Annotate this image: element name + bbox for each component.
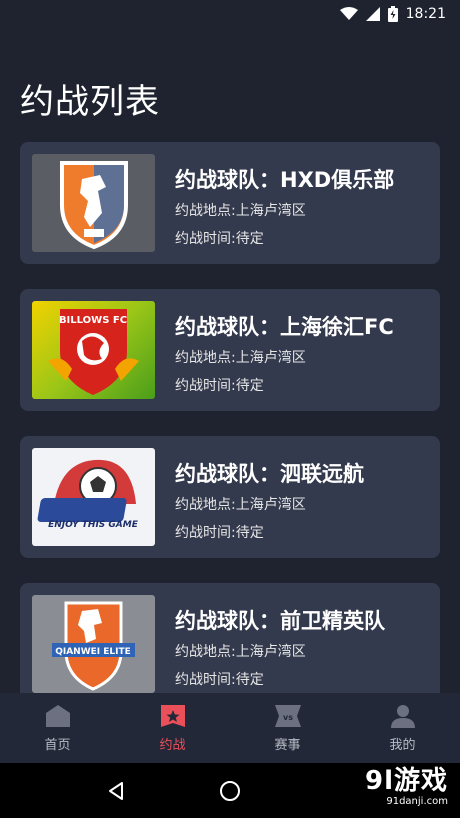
back-icon[interactable] — [106, 781, 126, 801]
football-badge-icon: ENJOY THIS GAME — [37, 459, 139, 530]
status-bar: 18:21 — [0, 0, 460, 28]
logo-text: ENJOY THIS GAME — [48, 520, 139, 530]
qianwei-crest-icon: QIANWEI ELITE — [52, 601, 135, 691]
battery-icon — [387, 6, 398, 22]
tab-label: 首页 — [44, 737, 71, 753]
team-logo: QIANWEI ELITE — [32, 595, 155, 693]
tab-match[interactable]: 约战 — [115, 693, 230, 763]
bottom-tab-bar: 首页 约战 vs 赛事 我的 — [0, 693, 460, 763]
page-title: 约战列表 — [20, 82, 160, 122]
card-time: 约战时间:待定 — [175, 378, 264, 394]
tab-label: 约战 — [159, 737, 186, 753]
watermark-logo: 9l游戏 — [364, 766, 448, 796]
card-time: 约战时间:待定 — [175, 231, 264, 247]
watermark-url: 91danji.com — [386, 796, 448, 807]
logo-text: QIANWEI ELITE — [55, 647, 131, 657]
status-time: 18:21 — [405, 6, 446, 22]
card-time: 约战时间:待定 — [175, 525, 264, 541]
tab-label: 赛事 — [274, 737, 301, 753]
user-icon — [390, 704, 415, 728]
match-card[interactable]: QIANWEI ELITE 约战球队：前卫精英队 约战地点:上海卢湾区 约战时间… — [20, 583, 440, 705]
logo-text: BILLOWS FC — [59, 315, 127, 326]
match-card[interactable]: 约战球队：HXD俱乐部 约战地点:上海卢湾区 约战时间:待定 — [20, 142, 440, 264]
svg-text:vs: vs — [283, 713, 293, 722]
watermark: 9l游戏 91danji.com — [365, 768, 448, 807]
team-logo: ENJOY THIS GAME — [32, 448, 155, 546]
home-circle-icon[interactable] — [219, 780, 241, 802]
match-card[interactable]: BILLOWS FC 约战球队：上海徐汇FC 约战地点:上海卢湾区 约战时间:待… — [20, 289, 440, 411]
card-title: 约战球队：泗联远航 — [175, 462, 364, 486]
star-badge-icon — [160, 704, 185, 727]
card-location: 约战地点:上海卢湾区 — [175, 644, 306, 660]
match-card[interactable]: ENJOY THIS GAME 约战球队：泗联远航 约战地点:上海卢湾区 约战时… — [20, 436, 440, 558]
billows-crest-icon: BILLOWS FC — [48, 309, 139, 395]
home-icon — [45, 704, 70, 727]
card-title: 约战球队：HXD俱乐部 — [175, 168, 395, 192]
tab-home[interactable]: 首页 — [0, 693, 115, 763]
team-logo — [32, 154, 155, 252]
tab-events[interactable]: vs 赛事 — [230, 693, 345, 763]
vs-icon: vs — [274, 704, 301, 727]
tab-profile[interactable]: 我的 — [345, 693, 460, 763]
card-location: 约战地点:上海卢湾区 — [175, 350, 306, 366]
card-title: 约战球队：上海徐汇FC — [175, 315, 394, 339]
card-location: 约战地点:上海卢湾区 — [175, 203, 306, 219]
tab-label: 我的 — [389, 737, 416, 753]
team-logo: BILLOWS FC — [32, 301, 155, 399]
card-title: 约战球队：前卫精英队 — [175, 609, 385, 633]
card-time: 约战时间:待定 — [175, 672, 264, 688]
shield-crest-icon — [59, 161, 128, 249]
match-list: 约战球队：HXD俱乐部 约战地点:上海卢湾区 约战时间:待定 BILLOWS F… — [20, 142, 440, 730]
cellular-signal-icon — [365, 7, 380, 21]
wifi-icon — [339, 7, 358, 20]
card-location: 约战地点:上海卢湾区 — [175, 497, 306, 513]
